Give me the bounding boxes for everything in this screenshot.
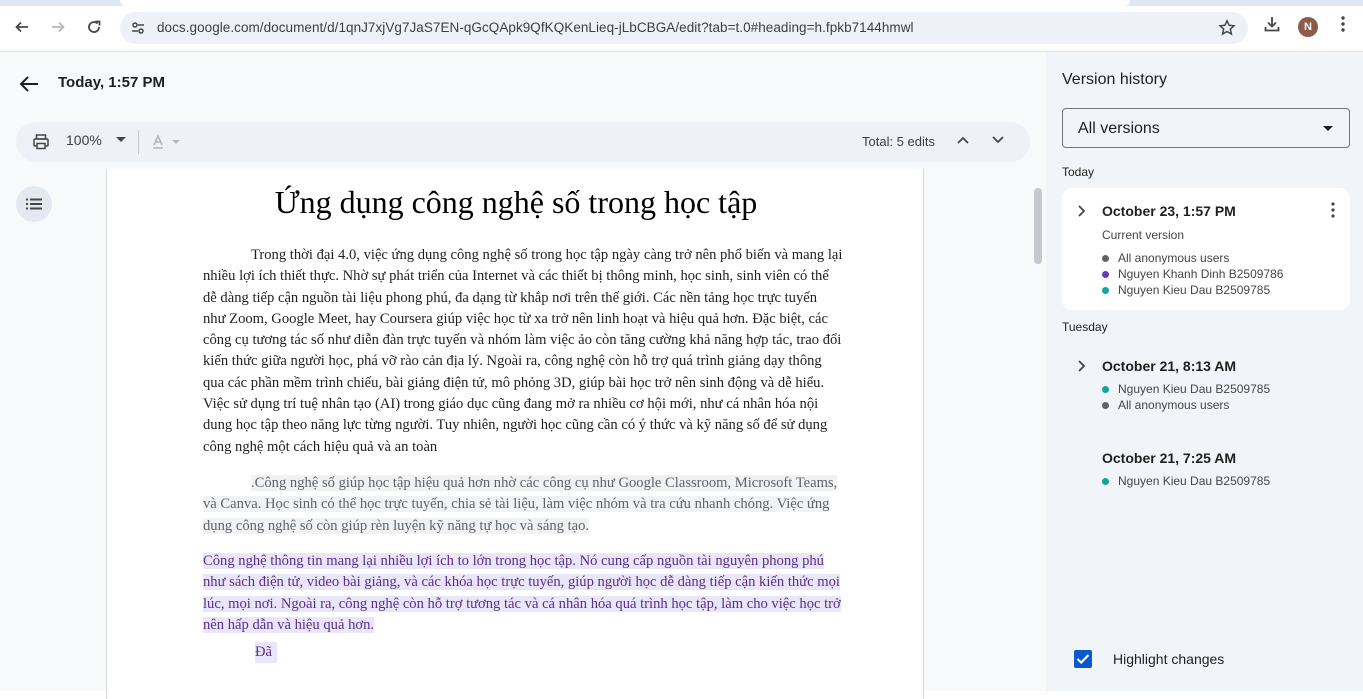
- version-filter-value: All versions: [1078, 120, 1160, 137]
- spellcheck-icon: [153, 134, 163, 149]
- download-button[interactable]: [1262, 14, 1282, 39]
- user-color-dot: [1102, 401, 1109, 409]
- print-icon: [33, 134, 49, 150]
- editor-entry: Nguyen Kieu Dau B2509785: [1102, 382, 1270, 396]
- document-outline-button[interactable]: [16, 186, 52, 222]
- chevron-right-icon[interactable]: [1074, 204, 1088, 218]
- editor-entry: Nguyen Kieu Dau B2509785: [1102, 283, 1270, 297]
- editor-name: Nguyen Kieu Dau B2509785: [1118, 382, 1271, 396]
- version-title: Today, 1:57 PM: [58, 74, 165, 91]
- user-color-dot: [1102, 477, 1109, 485]
- list-icon: [26, 198, 42, 210]
- document-area: Today, 1:57 PM 100% Total: 5 edits Ứng d…: [0, 52, 1046, 699]
- version-date: October 21, 7:25 AM: [1102, 450, 1237, 466]
- zoom-value: 100%: [66, 132, 102, 148]
- user-color-dot: [1102, 286, 1109, 294]
- browser-toolbar: docs.google.com/document/d/1qnJ7xjVg7JaS…: [0, 0, 1363, 52]
- more-vert-icon: [1341, 16, 1345, 32]
- url-text: docs.google.com/document/d/1qnJ7xjVg7JaS…: [157, 20, 914, 35]
- total-edits-label: Total: 5 edits: [862, 134, 935, 149]
- bookmark-star-icon[interactable]: [1218, 19, 1236, 37]
- version-filter-select[interactable]: All versions: [1062, 108, 1350, 148]
- document-paragraph-highlighted: Đã: [255, 642, 277, 664]
- editor-entry: All anonymous users: [1102, 251, 1229, 265]
- group-label-today: Today: [1062, 165, 1095, 179]
- version-item[interactable]: October 21, 7:25 AM Nguyen Kieu Dau B250…: [1062, 436, 1350, 496]
- document-paragraph-edited: .Công nghệ số giúp học tập hiệu quả hơn …: [203, 473, 843, 537]
- version-toolbar: 100% Total: 5 edits: [16, 122, 1030, 162]
- version-date: October 23, 1:57 PM: [1102, 203, 1236, 219]
- paragraph-text: .Công nghệ số giúp học tập hiệu quả hơn …: [203, 475, 838, 534]
- address-bar[interactable]: docs.google.com/document/d/1qnJ7xjVg7JaS…: [120, 12, 1248, 44]
- user-color-dot: [1102, 270, 1109, 278]
- reload-icon: [88, 20, 101, 33]
- version-item[interactable]: October 21, 8:13 AM Nguyen Kieu Dau B250…: [1062, 344, 1350, 424]
- document-paragraph: Trong thời đại 4.0, việc ứng dụng công n…: [203, 247, 843, 455]
- editor-name: All anonymous users: [1118, 251, 1230, 265]
- toolbar-divider: [138, 130, 139, 154]
- version-history-panel: Version history All versions Today Octob…: [1046, 52, 1363, 691]
- group-label-tuesday: Tuesday: [1062, 320, 1108, 334]
- editor-name: Nguyen Khanh Dinh B2509786: [1118, 267, 1284, 281]
- browser-menu-button[interactable]: [1336, 14, 1350, 39]
- avatar[interactable]: N: [1298, 17, 1318, 37]
- editor-entry: Nguyen Kieu Dau B2509785: [1102, 474, 1270, 488]
- panel-title: Version history: [1062, 71, 1167, 88]
- arrow-left-icon: [19, 76, 38, 92]
- document-paragraph-highlighted: Công nghệ thông tin mang lại nhiều lợi í…: [203, 551, 843, 636]
- highlight-changes-label: Highlight changes: [1113, 651, 1225, 667]
- editor-name: All anonymous users: [1118, 398, 1230, 412]
- user-color-dot: [1102, 385, 1109, 393]
- zoom-select[interactable]: 100%: [66, 132, 126, 148]
- paragraph-text: Công nghệ thông tin mang lại nhiều lợi í…: [203, 553, 841, 633]
- highlight-changes-checkbox[interactable]: [1074, 650, 1092, 668]
- editor-name: Nguyen Kieu Dau B2509785: [1118, 283, 1271, 297]
- chevron-up-icon: [957, 136, 969, 144]
- tab-strip: [0, 0, 1363, 6]
- caret-down-icon: [1323, 126, 1333, 131]
- check-icon: [1076, 654, 1090, 665]
- site-info-icon[interactable]: [130, 20, 146, 36]
- chevron-down-icon: [992, 136, 1004, 144]
- print-button[interactable]: [32, 133, 50, 151]
- more-vert-icon[interactable]: [1330, 202, 1336, 218]
- document-page: Ứng dụng công nghệ số trong học tập Tron…: [106, 169, 924, 699]
- user-color-dot: [1102, 254, 1109, 262]
- editor-entry: Nguyen Khanh Dinh B2509786: [1102, 267, 1283, 281]
- back-button[interactable]: [9, 14, 35, 40]
- highlight-changes-toggle[interactable]: Highlight changes: [1074, 650, 1224, 668]
- version-date: October 21, 8:13 AM: [1102, 358, 1237, 374]
- arrow-right-icon: [52, 21, 65, 33]
- editor-entry: All anonymous users: [1102, 398, 1229, 412]
- document-heading: Ứng dụng công nghệ số trong học tập: [274, 184, 758, 220]
- arrow-left-icon: [15, 21, 28, 33]
- caret-down-icon: [115, 137, 126, 142]
- caret-down-icon: [172, 139, 180, 144]
- editor-name: Nguyen Kieu Dau B2509785: [1118, 474, 1271, 488]
- current-version-label: Current version: [1102, 228, 1185, 242]
- next-edit-button[interactable]: [991, 135, 1005, 145]
- editing-mode-button[interactable]: [151, 134, 180, 150]
- previous-edit-button[interactable]: [956, 135, 970, 145]
- reload-button[interactable]: [81, 14, 107, 40]
- exit-version-history-button[interactable]: [18, 74, 40, 99]
- chevron-right-icon[interactable]: [1074, 359, 1088, 373]
- version-item-current[interactable]: October 23, 1:57 PM Current version All …: [1062, 188, 1350, 310]
- forward-button[interactable]: [45, 14, 71, 40]
- scrollbar-thumb[interactable]: [1034, 188, 1042, 264]
- download-icon: [1264, 17, 1280, 32]
